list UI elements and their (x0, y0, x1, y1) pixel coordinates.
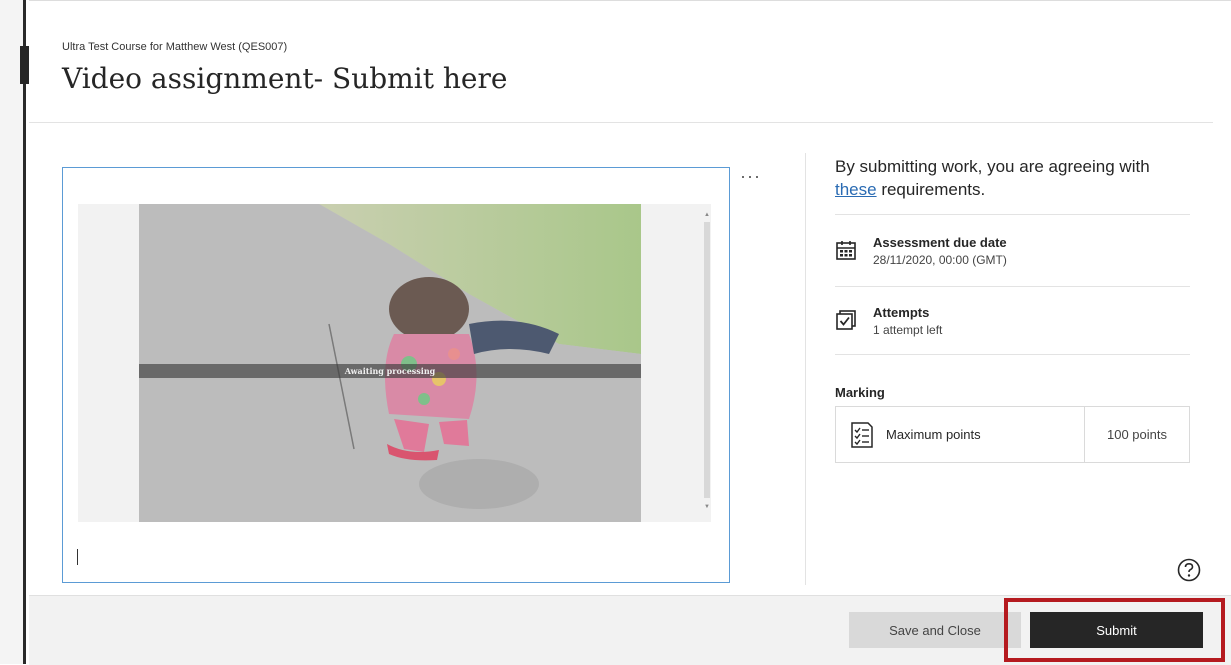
header-divider (29, 122, 1213, 123)
course-name: Ultra Test Course for Matthew West (QES0… (62, 41, 288, 53)
checklist-icon (851, 421, 873, 448)
attempts-label: Attempts (873, 305, 930, 320)
scroll-down-arrow-icon[interactable]: ▼ (702, 502, 712, 512)
help-icon[interactable] (1176, 557, 1202, 583)
due-date-label: Assessment due date (873, 235, 1007, 250)
scroll-up-arrow-icon[interactable]: ▲ (702, 210, 712, 220)
scroll-track[interactable] (704, 222, 710, 498)
checkbox-stack-icon (836, 310, 856, 330)
due-date-row: Assessment due date 28/11/2020, 00:00 (G… (835, 235, 1007, 267)
column-divider (805, 153, 806, 585)
maximum-points-label: Maximum points (886, 427, 981, 442)
agreement-text-end: requirements. (876, 180, 986, 199)
requirements-link[interactable]: these (835, 180, 877, 199)
maximum-points-value: 100 points (1084, 407, 1189, 462)
divider (835, 286, 1190, 287)
maximum-points-row: Maximum points 100 points (835, 406, 1190, 463)
text-cursor (77, 549, 78, 565)
video-embed[interactable]: Awaiting processing ▲ ▼ (78, 204, 711, 522)
video-scrollbar[interactable]: ▲ ▼ (702, 210, 712, 512)
save-and-close-button[interactable]: Save and Close (849, 612, 1021, 648)
submission-editor[interactable]: Awaiting processing ▲ ▼ (62, 167, 730, 583)
divider (835, 354, 1190, 355)
attempts-row: Attempts 1 attempt left (835, 305, 942, 337)
attempts-value: 1 attempt left (873, 323, 943, 337)
video-frame-image (139, 204, 641, 522)
due-date-value: 28/11/2020, 00:00 (GMT) (873, 253, 1007, 267)
video-thumbnail[interactable]: Awaiting processing (139, 204, 641, 522)
page-title: Video assignment- Submit here (62, 62, 508, 95)
agreement-text-start: By submitting work, you are agreeing wit… (835, 157, 1150, 176)
marking-heading: Marking (835, 385, 885, 400)
processing-status: Awaiting processing (139, 364, 641, 378)
agreement-text: By submitting work, you are agreeing wit… (835, 155, 1175, 201)
background-page-strip (0, 0, 26, 664)
submit-highlight-box (1004, 598, 1225, 662)
calendar-icon (836, 241, 856, 260)
more-options-icon[interactable]: ··· (740, 166, 761, 187)
divider (835, 214, 1190, 215)
